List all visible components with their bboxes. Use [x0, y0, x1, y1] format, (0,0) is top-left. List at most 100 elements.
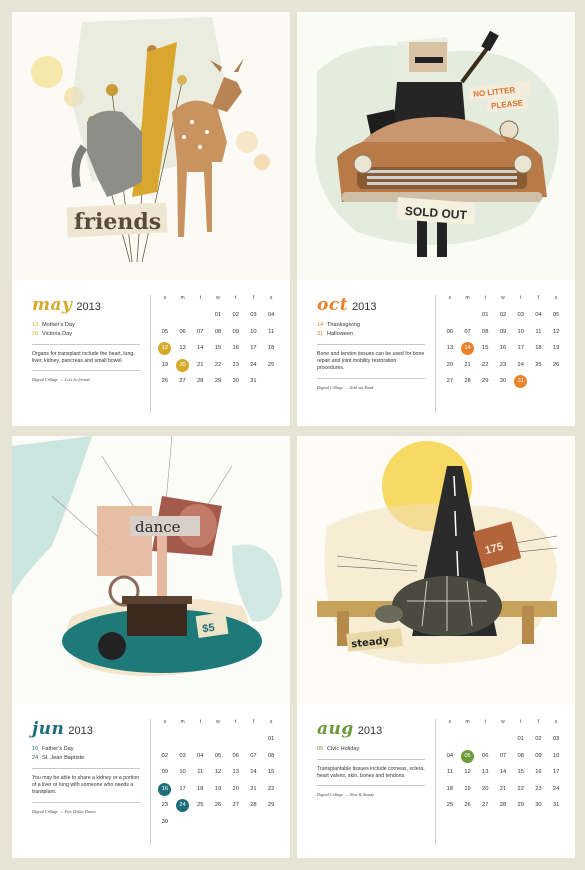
- calendar-day: 19: [214, 785, 222, 792]
- calendar-day: 29: [482, 378, 489, 384]
- calendar-day: 11: [446, 769, 453, 775]
- holiday-item: 20 Victoria Day: [32, 331, 73, 337]
- day-header: s: [163, 719, 167, 725]
- calendar-day: 27: [232, 802, 239, 808]
- divider: [32, 344, 140, 345]
- calendar-day: 02: [499, 312, 507, 318]
- day-headers: smtwtfs: [156, 719, 280, 725]
- calendar-card-jun: dance $5 jun 2013 16 Father's Day 24 St. J…: [12, 436, 290, 858]
- calendar-day: 05: [552, 312, 560, 318]
- description: Bone and tendon tissues can be used for …: [317, 351, 425, 372]
- calendar-day: 21: [499, 785, 507, 792]
- calendar-day: 24: [552, 785, 560, 792]
- calendar-day: 04: [535, 312, 542, 318]
- month-title: aug 2013: [317, 719, 425, 739]
- calendar-day: 28: [499, 802, 507, 808]
- year: 2013: [76, 301, 101, 313]
- calendar-day: 11: [268, 328, 275, 335]
- divider: [317, 785, 425, 787]
- calendar-day: 12: [552, 328, 560, 335]
- calendar-day: 09: [232, 328, 239, 335]
- day-header: t: [235, 719, 237, 725]
- art-word-friends: friends: [74, 209, 161, 235]
- calendar-day: 01: [267, 736, 275, 742]
- calendar-day: 15: [517, 769, 524, 775]
- calendar-grid: s m t w t f s 01 02 03 04 05 06 07 08 09 10 11 12 13 14 15 16…: [441, 719, 565, 814]
- calendar-day: 25: [446, 802, 454, 808]
- calendar-grid: s m t w t f s 01 02 03 04 05 06 07 08 09 10 11 12 13 14 15 16…: [156, 295, 280, 390]
- calendar-day: 22: [517, 785, 524, 792]
- month-name: aug: [317, 719, 354, 739]
- calendar-day: 10: [517, 328, 524, 335]
- calendar-day-highlighted: 12: [156, 340, 174, 357]
- calendar-day: 24: [517, 361, 524, 368]
- calendar-day: 13: [179, 345, 186, 351]
- calendar-day: 02: [161, 752, 169, 759]
- empty-cell: [476, 731, 494, 748]
- holiday-item: 12 Mother's Day: [32, 322, 75, 328]
- calendar-day: 01: [517, 736, 524, 742]
- calendar-day: 09: [535, 752, 542, 759]
- year: 2013: [352, 301, 377, 313]
- calendar-day: 25: [267, 361, 275, 368]
- calendar-day: 03: [250, 312, 257, 318]
- calendar-day: 12: [464, 769, 471, 775]
- calendar-day: 17: [552, 769, 560, 775]
- calendar-day: 07: [197, 328, 204, 335]
- calendar-day: 21: [197, 361, 204, 368]
- calendar-day: 04: [197, 752, 204, 759]
- credit-line: Digital Collage → Let's be friends: [32, 377, 91, 383]
- calendar-day: 04: [446, 752, 454, 759]
- day-cells: 01 02 03 04 05 06 07 08 09 10 11 12 13 14 15 16 17 18 19 20…: [441, 731, 565, 814]
- calendar-day-highlighted: 14: [459, 340, 477, 357]
- calendar-day: 04: [267, 312, 275, 318]
- empty-cell: [459, 307, 477, 324]
- calendar-day: 19: [552, 345, 560, 351]
- calendar-day: 30: [161, 818, 169, 825]
- day-header: f: [537, 295, 540, 301]
- empty-cell: [209, 731, 227, 748]
- day-header: m: [465, 719, 470, 725]
- calendar-day: 14: [250, 769, 257, 775]
- calendar-day: 14: [197, 345, 204, 351]
- day-header: w: [216, 719, 220, 725]
- calendar-day: 10: [552, 752, 560, 759]
- divider: [317, 377, 425, 379]
- calendar-day: 25: [197, 802, 204, 808]
- month-title: oct 2013: [317, 295, 425, 315]
- empty-cell: [459, 731, 477, 748]
- calendar-day: 06: [446, 328, 454, 335]
- day-header: m: [180, 295, 185, 301]
- calendar-day: 31: [250, 378, 257, 384]
- calendar-day: 17: [179, 785, 186, 792]
- calendar-day: 09: [161, 769, 169, 775]
- calendar-day: 22: [214, 361, 222, 368]
- calendar-day: 16: [499, 345, 507, 351]
- calendar-day: 27: [482, 802, 489, 808]
- art-tag-price: $5: [202, 622, 216, 636]
- calendar-day: 26: [214, 802, 222, 808]
- calendar-day-highlighted: 20: [174, 357, 192, 374]
- divider: [32, 768, 140, 769]
- calendar-day: 03: [552, 736, 560, 742]
- calendar-day: 26: [161, 378, 169, 384]
- divider: [317, 344, 425, 345]
- description: Transplantable tissues include corneas, …: [317, 766, 425, 780]
- day-header: f: [537, 719, 540, 725]
- day-header: s: [448, 295, 452, 301]
- holiday-item: 31 Halloween: [317, 331, 354, 337]
- month-title: jun 2013: [32, 719, 140, 739]
- calendar-day: 14: [499, 769, 507, 775]
- calendar-day: 22: [267, 785, 275, 792]
- calendar-day: 03: [179, 752, 186, 759]
- vertical-divider: [435, 719, 436, 845]
- calendar-card-oct: NO LITTER PLEASE SOLD OUT oct 2013 14 Tha…: [297, 12, 575, 426]
- holiday-item: 05 Civic Holiday: [317, 746, 360, 752]
- day-header: w: [501, 295, 505, 301]
- calendar-day: 27: [179, 378, 186, 384]
- description: You may be able to share a kidney or a p…: [32, 775, 140, 796]
- day-header: s: [448, 719, 452, 725]
- calendar-day: 22: [482, 361, 489, 368]
- calendar-day: 21: [464, 361, 471, 368]
- calendar-day: 08: [267, 752, 275, 759]
